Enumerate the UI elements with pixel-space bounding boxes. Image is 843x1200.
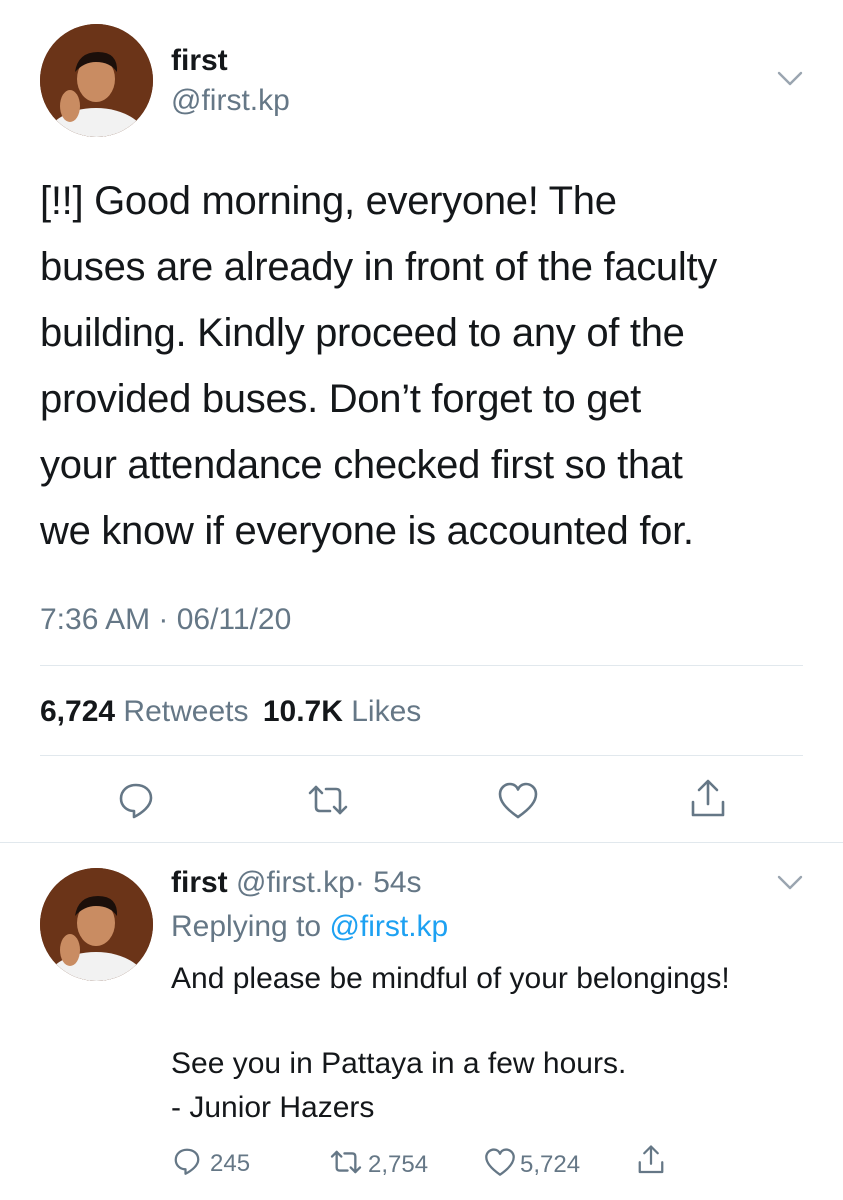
like-icon — [484, 1148, 516, 1182]
reply-line-1: And please be mindful of your belongings… — [171, 962, 730, 995]
reply-author-name[interactable]: first — [171, 866, 228, 899]
retweet-icon — [328, 1148, 364, 1181]
retweet-count: 2,754 — [368, 1150, 429, 1178]
reply-icon[interactable] — [116, 780, 156, 825]
reply-line-2: See you in Pattaya in a few hours. — [171, 1047, 627, 1080]
chevron-down-icon[interactable] — [776, 874, 804, 897]
tweet-text: [!!] Good morning, everyone! The buses a… — [40, 179, 717, 553]
reply-icon — [172, 1146, 202, 1181]
engagement-stats: 6,724 Retweets 10.7K Likes — [40, 695, 421, 729]
chevron-down-icon[interactable] — [776, 70, 804, 93]
like-count: 5,724 — [520, 1151, 581, 1178]
author-handle[interactable]: @first.kp — [171, 84, 290, 118]
reply-like-button[interactable]: 5,724 — [484, 1148, 580, 1182]
reply-author-handle[interactable]: @first.kp — [236, 866, 355, 899]
likes-count[interactable]: 10.7K — [263, 695, 343, 728]
reply-time[interactable]: 54s — [373, 866, 421, 899]
author-name[interactable]: first — [171, 44, 228, 78]
avatar[interactable] — [40, 24, 153, 137]
retweets-count[interactable]: 6,724 — [40, 695, 115, 728]
divider — [0, 842, 843, 843]
likes-label[interactable]: Likes — [351, 695, 421, 728]
replying-to-handle[interactable]: @first.kp — [329, 910, 448, 943]
divider — [40, 755, 803, 756]
reply-retweet-button[interactable]: 2,754 — [328, 1148, 428, 1181]
share-icon[interactable] — [688, 778, 728, 825]
reply-count: 245 — [210, 1149, 251, 1177]
reply-avatar[interactable] — [40, 868, 153, 981]
retweets-label[interactable]: Retweets — [123, 695, 248, 728]
reply-line-3: - Junior Hazers — [171, 1091, 375, 1124]
reply-reply-button[interactable]: 245 — [172, 1146, 250, 1181]
retweet-icon[interactable] — [306, 782, 350, 823]
like-icon[interactable] — [497, 782, 539, 825]
tweet-timestamp[interactable]: 7:36 AM · 06/11/20 — [40, 603, 291, 637]
time-separator: · — [354, 866, 365, 899]
share-icon[interactable] — [636, 1144, 666, 1181]
replying-to: Replying to @first.kp — [171, 910, 448, 944]
divider — [40, 665, 803, 666]
reply-header: first @first.kp· 54s — [171, 866, 422, 900]
replying-to-label: Replying to — [171, 910, 322, 943]
